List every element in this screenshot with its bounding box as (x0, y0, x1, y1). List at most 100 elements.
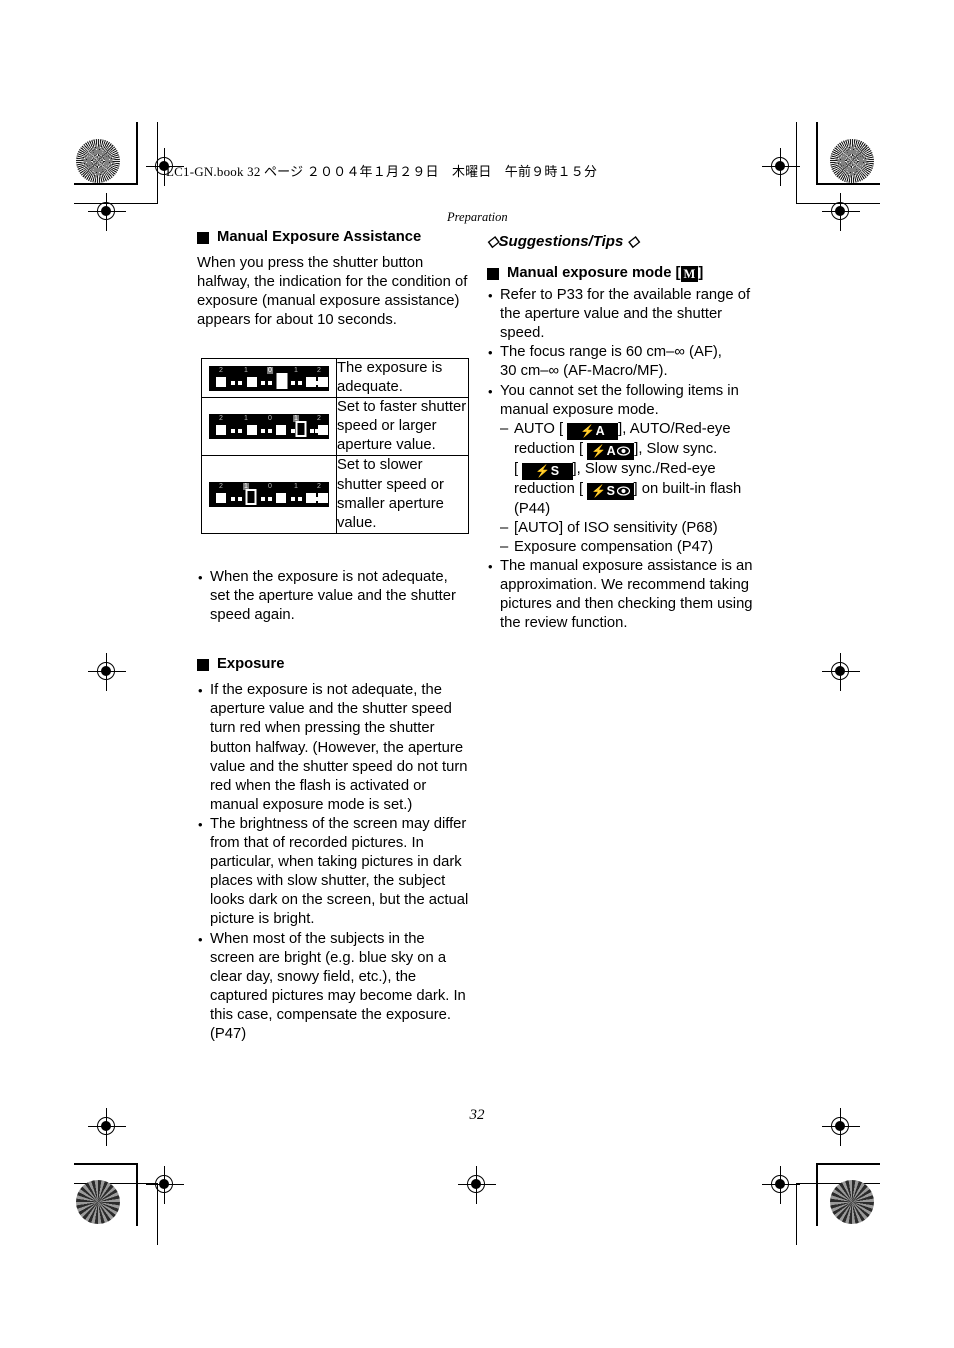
meter-tick-major (306, 376, 316, 387)
meter-label-minus1: 1 (244, 366, 248, 374)
knot-target-mark-bottom-right (830, 1180, 874, 1224)
exposure-meter-overexposed-cell: 2 1 0 1 2 (201, 397, 337, 457)
flash-auto-letter: A (606, 443, 617, 458)
diamond-icon-right: ◇ (627, 233, 640, 250)
black-square-bullet-icon (487, 267, 499, 280)
meter-tick-minor (298, 380, 302, 385)
page-number: 32 (469, 1107, 485, 1123)
crop-mark-top-right-v (816, 122, 818, 184)
lightning-bolt-icon: ⚡ (580, 423, 596, 438)
lightning-bolt-icon: ⚡ (591, 443, 607, 458)
crop-mark-bottom-left-v (136, 1164, 138, 1226)
exposure-assistance-table: 2 1 0 1 2 The exposure is adequate. 2 1 … (201, 357, 469, 534)
tips-title-text: Suggestions/Tips (498, 233, 624, 250)
exposure-meter-adequate: 2 1 0 1 2 (209, 365, 329, 391)
flash-auto-letter: A (595, 423, 606, 438)
meter-label-minus1: 1 (244, 415, 248, 423)
heading-manual-exposure-mode: Manual exposure mode [M] (487, 264, 759, 283)
heading-manual-exposure-assistance: Manual Exposure Assistance (197, 228, 469, 247)
crop-mark-top-left-v (136, 122, 138, 184)
crop-mark-top-right-h (816, 183, 880, 185)
registration-target-bottom-center (458, 1166, 496, 1204)
black-square-bullet-icon (197, 658, 209, 671)
meter-tick-major (276, 425, 286, 436)
star-target-mark-top-left (76, 139, 120, 183)
meter-label-plus2: 2 (317, 366, 321, 374)
registration-target-top-right (762, 148, 800, 186)
after-slow-redeye: ] on built-in flash (633, 480, 742, 497)
meter-tick-minor (231, 380, 235, 385)
meter-tick-minor (291, 429, 295, 434)
meter-label-minus2: 2 (219, 415, 223, 423)
heading-text: Manual Exposure Assistance (217, 229, 422, 245)
flash-slow-letter: S (550, 463, 560, 478)
registration-target-left-mid (88, 653, 126, 691)
star-target-mark-top-right (830, 139, 874, 183)
meter-label-plus2: 2 (317, 483, 321, 491)
registration-target-right-upper (822, 193, 860, 231)
meter-tick-major (216, 376, 226, 387)
section-label-preparation: Preparation (447, 210, 508, 224)
red-eye-icon (616, 485, 630, 496)
meter-indicator-cursor (245, 489, 257, 506)
tips-bullet-list: Refer to P33 for the available range of … (487, 286, 759, 633)
meter-tick-minor (291, 380, 295, 385)
exposure-meter-overexposed-description: Set to faster shutter speed or larger ap… (336, 397, 469, 457)
registration-target-left-upper (88, 193, 126, 231)
lightning-bolt-icon: ⚡ (591, 483, 607, 498)
meter-tick-major (276, 493, 286, 504)
list-item: When the exposure is not adequate, set t… (197, 568, 469, 625)
list-item: [AUTO] of ISO sensitivity (P68) (500, 519, 759, 538)
heading-text-prefix: Manual exposure mode [ (507, 265, 681, 282)
focus-range-af: The focus range is 60 cm–∞ (AF), (500, 344, 722, 361)
cannot-set-sublist: AUTO [ ⚡A ], AUTO/Red-eye reduction [ ⚡A… (500, 420, 759, 557)
diamond-icon-left: ◇ (487, 233, 499, 250)
meter-indicator-cursor (295, 421, 307, 438)
flash-slow-sync-redeye-icon: ⚡S (587, 482, 634, 500)
list-item: If the exposure is not adequate, the ape… (197, 681, 469, 815)
meter-label-zero: 0 (268, 415, 272, 423)
lightning-bolt-icon: ⚡ (535, 463, 551, 478)
meter-label-plus1: 1 (294, 483, 298, 491)
meter-tick-minor (231, 429, 235, 434)
flash-page-ref: (P44) (514, 500, 551, 517)
heading-exposure: Exposure (197, 655, 469, 674)
list-item: The brightness of the screen may differ … (197, 815, 469, 930)
meter-tick-minor (268, 429, 272, 434)
crop-mark-bottom-right-h (816, 1163, 880, 1165)
running-head: LC1-GN.book 32 ページ ２００４年１月２９日 木曜日 午前９時１５… (166, 164, 598, 179)
meter-tick-major (318, 425, 328, 436)
crop-mark-bottom-left-h (74, 1163, 138, 1165)
focus-range-macro: 30 cm–∞ (AF-Macro/MF). (500, 363, 668, 380)
suggestions-tips-title: ◇Suggestions/Tips ◇ (487, 232, 759, 251)
knot-target-mark-bottom-left (76, 1180, 120, 1224)
intro-paragraph: When you press the shutter button halfwa… (197, 255, 468, 329)
red-eye-icon (617, 445, 631, 456)
flash-auto-redeye-icon: ⚡A (587, 442, 635, 460)
registration-target-right-mid (822, 653, 860, 691)
meter-tick-minor (291, 497, 295, 502)
meter-tick-minor (261, 429, 265, 434)
list-item: AUTO [ ⚡A ], AUTO/Red-eye reduction [ ⚡A… (500, 420, 759, 519)
meter-label-plus1: 1 (294, 366, 298, 374)
meter-label-zero: 0 (267, 366, 273, 374)
exposure-meter-adequate-cell: 2 1 0 1 2 (201, 357, 337, 399)
list-item: Exposure compensation (P47) (500, 538, 759, 557)
meter-tick-minor (261, 380, 265, 385)
manual-mode-badge-icon: M (680, 265, 699, 282)
list-item: You cannot set the following items in ma… (487, 382, 759, 558)
cannot-set-intro: You cannot set the following items in ma… (500, 382, 739, 418)
after-slow: ], Slow sync./Red-eye (572, 460, 716, 477)
meter-tick-minor (238, 497, 242, 502)
registration-target-bottom-left (146, 1166, 184, 1204)
exposure-meter-underexposed-description: Set to slower shutter speed or smaller a… (336, 455, 469, 534)
meter-tick-minor (238, 429, 242, 434)
list-item: The manual exposure assistance is an app… (487, 557, 759, 633)
flash-slow-sync-icon: ⚡S (522, 462, 573, 480)
exposure-meter-underexposed: 2 1 0 1 2 (209, 482, 329, 508)
exposure-meter-overexposed: 2 1 0 1 2 (209, 414, 329, 440)
crop-tick-left-mid (104, 671, 105, 672)
after-auto: ], AUTO/Red-eye (618, 420, 731, 437)
table-row: 2 1 0 1 2 (201, 397, 469, 457)
